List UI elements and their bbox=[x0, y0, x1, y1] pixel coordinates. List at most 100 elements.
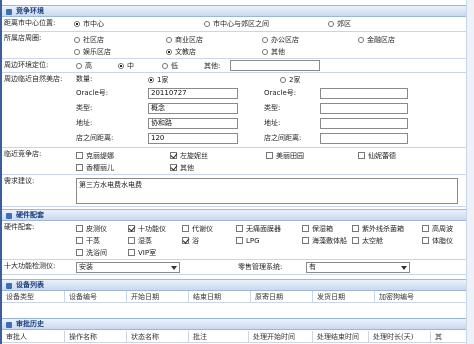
th-op-name: 操作名称 bbox=[64, 331, 126, 343]
th-dongle-no: 加密狗编号 bbox=[374, 291, 464, 303]
th-post-date: 原寄日期 bbox=[250, 291, 312, 303]
label-store-area: 所属店周圈: bbox=[4, 34, 42, 42]
check-comp-2[interactable]: 左旋妮丝 bbox=[170, 151, 208, 161]
radio-mid[interactable]: 中 bbox=[118, 61, 134, 71]
radio-culture[interactable]: 文教店 bbox=[166, 47, 196, 57]
check-hw-10[interactable]: 浴 bbox=[182, 236, 199, 246]
check-comp-3[interactable]: 美丽田园 bbox=[266, 151, 304, 161]
label-dist-right: 店之间距离: bbox=[264, 134, 302, 142]
th-device-no: 设备编号 bbox=[64, 291, 126, 303]
row-surroundings: 周边环境定位: 高 中 低 其他: bbox=[2, 59, 474, 73]
radio-high[interactable]: 高 bbox=[76, 61, 92, 71]
radio-suburb[interactable]: 郊区 bbox=[328, 19, 351, 29]
row-hardware: 硬件配套: 皮测仪 十功能仪 代谢仪 无痛面膜器 保湿箱 紫外线杀菌箱 高周波 … bbox=[2, 221, 474, 260]
section-header-hardware: 硬件配套 bbox=[2, 209, 474, 221]
select-ten-func[interactable]: 安装 bbox=[76, 262, 180, 273]
radio-between[interactable]: 市中心与郊区之间 bbox=[204, 19, 269, 29]
check-hw-5[interactable]: 保湿箱 bbox=[302, 224, 333, 234]
radio-qty-2[interactable]: 2家 bbox=[280, 75, 300, 85]
th-proc-start: 处理开始时间 bbox=[248, 331, 312, 343]
row-store-area: 所属店周圈: 社区店 商业区店 办公区店 金融区店 娱乐区店 文教店 其他 bbox=[2, 32, 474, 59]
section-title: 设备列表 bbox=[16, 281, 44, 289]
label-addr-right: 地址: bbox=[264, 119, 281, 127]
label-type-left: 类型: bbox=[76, 104, 93, 112]
th-status: 状态名称 bbox=[126, 331, 188, 343]
input-dist-right[interactable] bbox=[320, 133, 408, 144]
th-note: 批注 bbox=[188, 331, 248, 343]
label-other-surround: 其他: bbox=[204, 62, 221, 70]
check-hw-7[interactable]: 高周波 bbox=[422, 224, 453, 234]
th-device-type: 设备类型 bbox=[6, 293, 34, 301]
label-nearby: 周边临近自然美店: bbox=[4, 75, 63, 83]
check-comp-5[interactable]: 香樱丽儿 bbox=[76, 163, 114, 173]
history-table-header: 审批人 操作名称 状态名称 批注 处理开始时间 处理结束时间 处理时长(天) 其 bbox=[2, 331, 474, 343]
label-suggestion: 需求建议: bbox=[4, 177, 35, 185]
check-hw-11[interactable]: LPG bbox=[236, 236, 260, 246]
label-addr-left: 地址: bbox=[76, 119, 93, 127]
input-addr-left[interactable]: 协和路 bbox=[148, 118, 238, 129]
label-competitors: 临近竞争店: bbox=[4, 150, 42, 158]
radio-community[interactable]: 社区店 bbox=[74, 35, 104, 45]
label-ten-func: 十大功能检测仪: bbox=[4, 262, 56, 270]
check-hw-4[interactable]: 无痛面膜器 bbox=[236, 224, 281, 234]
select-mgmt[interactable]: 有 bbox=[306, 262, 410, 273]
label-oracle-left: Oracle号: bbox=[76, 89, 109, 97]
row-competitors: 临近竞争店: 克丽缇娜 左旋妮丝 美丽田园 仙妮蕾德 香樱丽儿 其他 bbox=[2, 148, 474, 175]
check-hw-3[interactable]: 代谢仪 bbox=[182, 224, 213, 234]
check-hw-2[interactable]: 十功能仪 bbox=[128, 224, 166, 234]
textarea-suggestion[interactable]: 第三方水电费水电费 bbox=[76, 178, 458, 204]
th-duration: 处理时长(天) bbox=[368, 331, 430, 343]
check-comp-other[interactable]: 其他 bbox=[170, 163, 194, 173]
check-hw-1[interactable]: 皮测仪 bbox=[76, 224, 107, 234]
row-city-center: 距离市中心位置: 市中心 市中心与郊区之间 郊区 bbox=[2, 17, 474, 32]
radio-office[interactable]: 办公区店 bbox=[262, 35, 299, 45]
section-header-devices: 设备列表 bbox=[2, 279, 474, 291]
row-suggestion: 需求建议: 第三方水电费水电费 bbox=[2, 175, 474, 207]
check-comp-1[interactable]: 克丽缇娜 bbox=[76, 151, 114, 161]
th-approver: 审批人 bbox=[6, 333, 27, 341]
label-type-right: 类型: bbox=[264, 104, 281, 112]
check-hw-12[interactable]: 海藻敷体船 bbox=[302, 236, 347, 246]
input-addr-right[interactable] bbox=[320, 118, 408, 129]
section-icon bbox=[6, 9, 12, 15]
section-header-competition: 竞争环境 bbox=[2, 5, 474, 17]
radio-qty-1[interactable]: 1家 bbox=[148, 75, 168, 85]
section-icon bbox=[6, 283, 12, 289]
vertical-scrollbar[interactable] bbox=[466, 0, 474, 344]
check-hw-14[interactable]: 体脂仪 bbox=[422, 236, 453, 246]
input-dist-left[interactable]: 120 bbox=[148, 133, 238, 144]
radio-commercial[interactable]: 商业区店 bbox=[166, 35, 203, 45]
check-hw-8[interactable]: 干蒸 bbox=[76, 236, 100, 246]
radio-city-center[interactable]: 市中心 bbox=[74, 19, 104, 29]
label-mgmt: 零售管理系统: bbox=[238, 263, 283, 271]
section-title: 硬件配套 bbox=[16, 211, 44, 219]
label-oracle-right: Oracle号: bbox=[264, 89, 297, 97]
radio-finance[interactable]: 金融区店 bbox=[358, 35, 395, 45]
check-comp-4[interactable]: 仙妮蕾德 bbox=[358, 151, 396, 161]
check-hw-15[interactable]: 洗浴间 bbox=[76, 248, 107, 258]
input-oracle-right[interactable] bbox=[320, 88, 408, 99]
th-start-date: 开始日期 bbox=[126, 291, 188, 303]
section-icon bbox=[6, 322, 12, 328]
input-oracle-left[interactable]: 20110727 bbox=[148, 88, 238, 99]
input-type-left[interactable]: 概念 bbox=[148, 103, 238, 114]
row-nearby: 周边临近自然美店: 数量: 1家 2家 Oracle号: 20110727 Or… bbox=[2, 73, 474, 148]
radio-entertainment[interactable]: 娱乐区店 bbox=[74, 47, 111, 57]
section-title: 审批历史 bbox=[16, 320, 44, 328]
input-type-right[interactable] bbox=[320, 103, 408, 114]
radio-other-area[interactable]: 其他 bbox=[262, 47, 285, 57]
check-hw-16[interactable]: VIP室 bbox=[128, 248, 156, 258]
radio-low[interactable]: 低 bbox=[162, 61, 178, 71]
device-table-header: 设备类型 设备编号 开始日期 结束日期 原寄日期 发货日期 加密狗编号 bbox=[2, 291, 474, 303]
row-selects: 十大功能检测仪: 安装 零售管理系统: 有 bbox=[2, 260, 474, 275]
th-other: 其 bbox=[430, 331, 464, 343]
th-ship-date: 发货日期 bbox=[312, 291, 374, 303]
th-proc-end: 处理结束时间 bbox=[312, 331, 368, 343]
check-hw-6[interactable]: 紫外线杀菌箱 bbox=[352, 224, 404, 234]
th-end-date: 结束日期 bbox=[188, 291, 250, 303]
check-hw-13[interactable]: 太空舱 bbox=[352, 236, 383, 246]
label-qty: 数量: bbox=[76, 75, 93, 83]
input-other-surround[interactable] bbox=[230, 60, 320, 71]
label-surroundings: 周边环境定位: bbox=[4, 61, 49, 69]
check-hw-9[interactable]: 湿蒸 bbox=[128, 236, 152, 246]
